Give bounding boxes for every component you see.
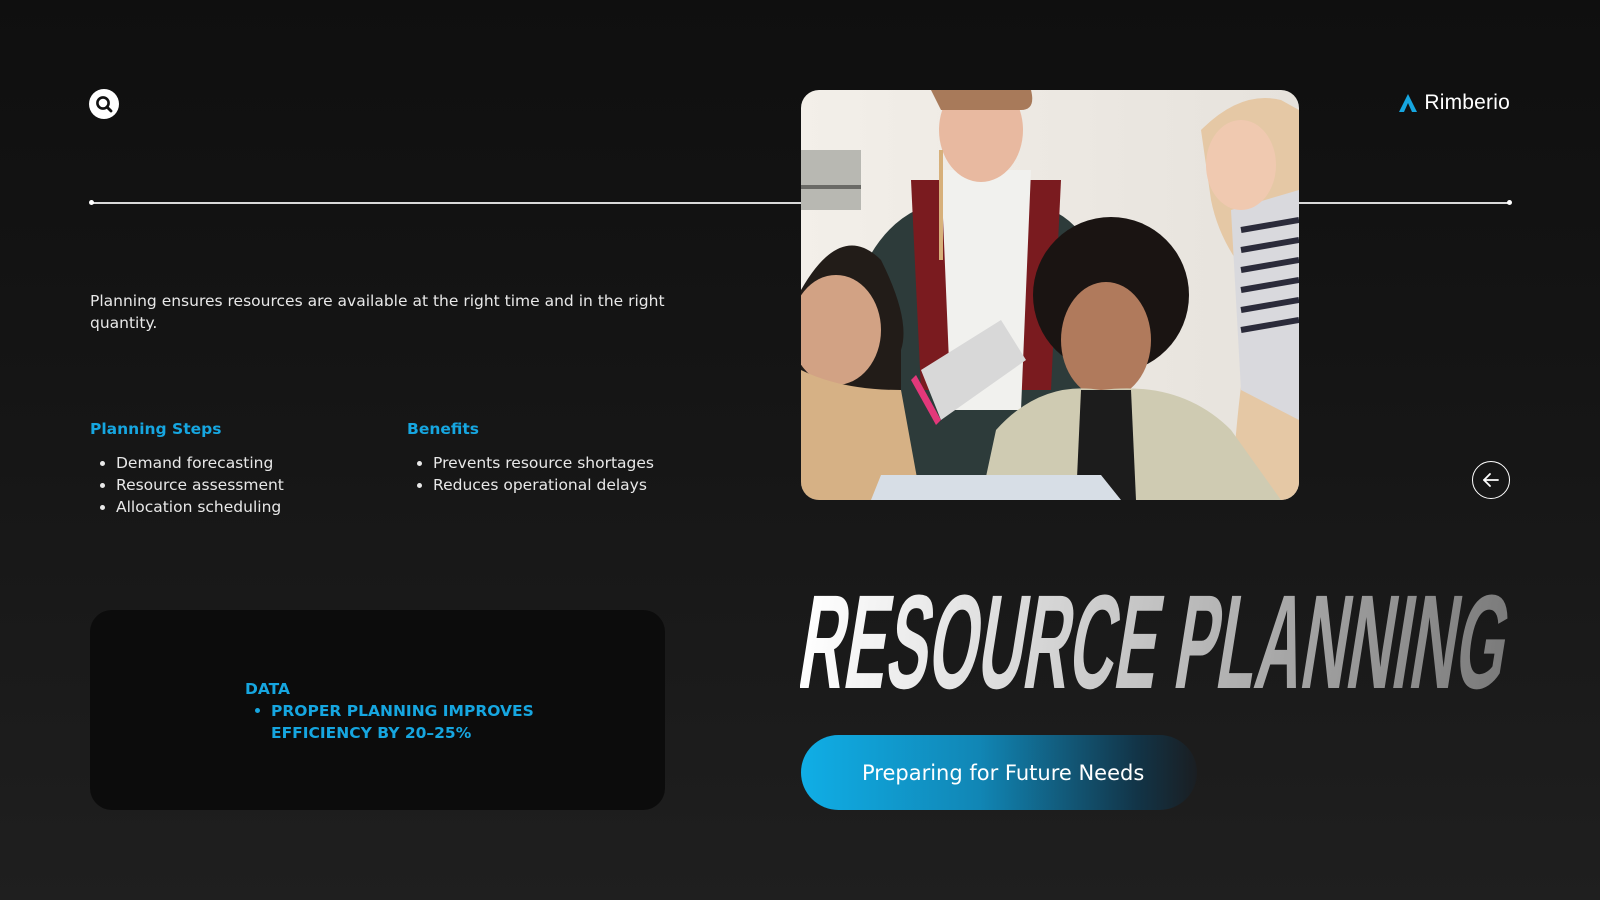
- divider-dot-left: [89, 200, 94, 205]
- page-title: RESOURCE PLANNING: [791, 567, 1521, 717]
- cta-button[interactable]: Preparing for Future Needs: [801, 735, 1197, 810]
- divider-line-left: [91, 202, 801, 204]
- search-icon: [96, 96, 113, 113]
- list-item: Reduces operational delays: [407, 474, 707, 496]
- cta-label: Preparing for Future Needs: [862, 760, 1145, 785]
- brand-logo: Rimberio: [1398, 88, 1510, 118]
- brand-name: Rimberio: [1424, 91, 1510, 114]
- benefits-title: Benefits: [407, 420, 479, 438]
- data-card-item: PROPER PLANNING IMPROVES EFFICIENCY BY 2…: [245, 700, 545, 744]
- benefits-list: Prevents resource shortages Reduces oper…: [407, 452, 707, 496]
- list-item: Allocation scheduling: [90, 496, 390, 518]
- intro-text: Planning ensures resources are available…: [90, 292, 665, 332]
- team-photo: [801, 90, 1299, 500]
- divider-line-right: [1299, 202, 1509, 204]
- headline-text: RESOURCE PLANNING: [800, 570, 1512, 700]
- benefits-section: Benefits Prevents resource shortages Red…: [407, 420, 707, 496]
- list-item: Resource assessment: [90, 474, 390, 496]
- arrow-left-icon: [1483, 473, 1499, 487]
- data-card-title: DATA: [245, 680, 291, 698]
- planning-steps-list: Demand forecasting Resource assessment A…: [90, 452, 390, 518]
- triangle-logo-icon: [1399, 94, 1418, 112]
- list-item: Demand forecasting: [90, 452, 390, 474]
- search-button[interactable]: [89, 89, 119, 119]
- divider-dot-right: [1507, 200, 1512, 205]
- planning-steps-section: Planning Steps Demand forecasting Resour…: [90, 420, 390, 518]
- list-item: Prevents resource shortages: [407, 452, 707, 474]
- prev-button[interactable]: [1472, 461, 1510, 499]
- planning-steps-title: Planning Steps: [90, 420, 222, 438]
- data-card: DATA PROPER PLANNING IMPROVES EFFICIENCY…: [90, 610, 665, 810]
